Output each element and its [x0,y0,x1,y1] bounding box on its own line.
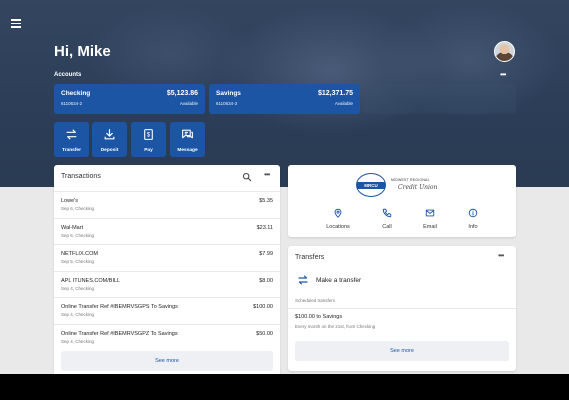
transfer-arrows-icon [298,275,308,285]
action-label: Message [177,148,198,153]
transaction-date-account: Sep 6, Checking [61,232,95,238]
message-button[interactable]: Message [170,122,205,157]
accounts-label: Accounts [54,72,82,78]
location-pin-icon [334,208,342,218]
hero-banner: Hi, Mike Accounts ••• Checking 6110634-2… [0,0,569,187]
info-label: Info [468,224,478,230]
transactions-title: Transactions [61,173,101,180]
call-label: Call [382,224,392,230]
account-card-placeholder [363,84,516,114]
transactions-see-more-button[interactable]: See more [61,351,273,371]
action-label: Pay [144,148,153,153]
transaction-date-account: Sep 5, Checking [61,259,95,264]
logo-seal-text: MRCU [364,183,378,188]
transaction-amount: $7.99 [259,251,273,257]
account-number: 6110634-2 [61,101,83,106]
transaction-description: Lowe's [61,198,78,204]
transaction-amount: $23.11 [256,224,273,231]
account-name: Checking [61,90,91,97]
transaction-description: APL ITUNES.COM/BILL [61,277,121,284]
locations-label: Locations [326,224,350,230]
transfer-button[interactable]: Transfer [54,122,89,157]
email-icon [425,209,435,217]
info-button[interactable]: Info [453,208,493,230]
transaction-row[interactable]: Lowe's Sep 6, Checking $5.35 [54,191,280,218]
transaction-description: NETFLIX.COM [61,251,98,257]
transfers-more-icon[interactable]: ••• [498,251,504,260]
account-balance-label: Available [179,101,198,106]
transaction-row[interactable]: NETFLIX.COM Sep 5, Checking $7.99 [54,244,280,271]
transaction-description: Online Transfer Ref #IBEMRVSGPZ To Savin… [61,330,178,337]
account-number: 6110634-3 [216,101,238,106]
make-transfer-label: Make a transfer [316,277,362,284]
logo-seal: MRCU [356,173,386,197]
logo-name: MIDWEST REGIONAL [391,178,430,182]
transfers-card: Transfers ••• Make a transfer Scheduled … [288,246,516,371]
transactions-more-icon[interactable]: ••• [264,170,270,179]
transaction-description: Online Transfer Ref #IBEMRVSGPS To Savin… [61,304,178,310]
transaction-description: Wal-Mart [61,224,84,231]
call-button[interactable]: Call [367,208,407,230]
transaction-amount: $8.00 [259,277,273,284]
transaction-date-account: Sep 4, Checking [61,338,95,344]
greeting: Hi, Mike [54,43,111,60]
account-card-checking[interactable]: Checking 6110634-2 $5,123.86 Available [54,84,205,114]
transaction-date-account: Sep 4, Checking [61,312,95,317]
scheduled-transfers-label: Scheduled transfers [295,298,336,303]
account-balance: $5,123.86 [166,90,198,97]
phone-icon [382,208,392,218]
account-balance: $12,371.75 [317,90,353,97]
transaction-date-account: Sep 4, Checking [61,285,95,291]
transaction-date-account: Sep 6, Checking [61,206,95,211]
make-transfer-button[interactable]: Make a transfer [288,270,516,292]
transaction-row[interactable]: Wal-Mart Sep 6, Checking $23.11 [54,217,280,245]
info-icon [468,208,478,218]
email-button[interactable]: Email [410,208,450,230]
credit-union-logo: MRCU MIDWEST REGIONAL Credit Union [356,173,448,197]
account-card-savings[interactable]: Savings 6110634-3 $12,371.75 Available [209,84,360,114]
avatar[interactable] [494,41,515,62]
deposit-button[interactable]: Deposit [92,122,127,157]
accounts-more-icon[interactable]: ••• [500,70,506,79]
divider [288,308,516,309]
transaction-row[interactable]: Online Transfer Ref #IBEMRVSGPZ To Savin… [54,323,280,351]
transaction-row[interactable]: Online Transfer Ref #IBEMRVSGPS To Savin… [54,297,280,324]
transaction-amount: $50.00 [256,330,273,337]
pay-icon: $ [144,129,153,140]
locations-button[interactable]: Locations [318,208,358,230]
hamburger-menu-icon[interactable] [11,19,21,28]
search-icon[interactable] [242,172,252,182]
account-balance-label: Available [334,101,353,106]
transaction-row[interactable]: APL ITUNES.COM/BILL Sep 4, Checking $8.0… [54,270,280,298]
credit-union-card: MRCU MIDWEST REGIONAL Credit Union Locat… [288,165,516,237]
scheduled-transfer-detail: Every month on the 21st, from Checking [295,324,376,329]
transaction-amount: $5.35 [259,198,273,204]
scheduled-transfer-item[interactable]: $100.00 to Savings [295,314,342,320]
bottom-system-bar [0,374,569,400]
email-label: Email [423,224,437,230]
action-label: Transfer [62,148,81,153]
transfers-see-more-button[interactable]: See more [295,341,509,361]
transactions-card: Transactions ••• Lowe's Sep 6, Checking … [54,165,280,380]
deposit-icon [104,129,115,140]
action-label: Deposit [100,148,119,153]
account-name: Savings [216,90,241,97]
transfer-icon [66,129,77,140]
message-icon [182,129,193,139]
transaction-amount: $100.00 [253,304,273,310]
logo-script: Credit Union [398,184,438,191]
transfers-title: Transfers [295,254,325,261]
pay-button[interactable]: $ Pay [131,122,166,157]
svg-text:$: $ [147,133,151,139]
